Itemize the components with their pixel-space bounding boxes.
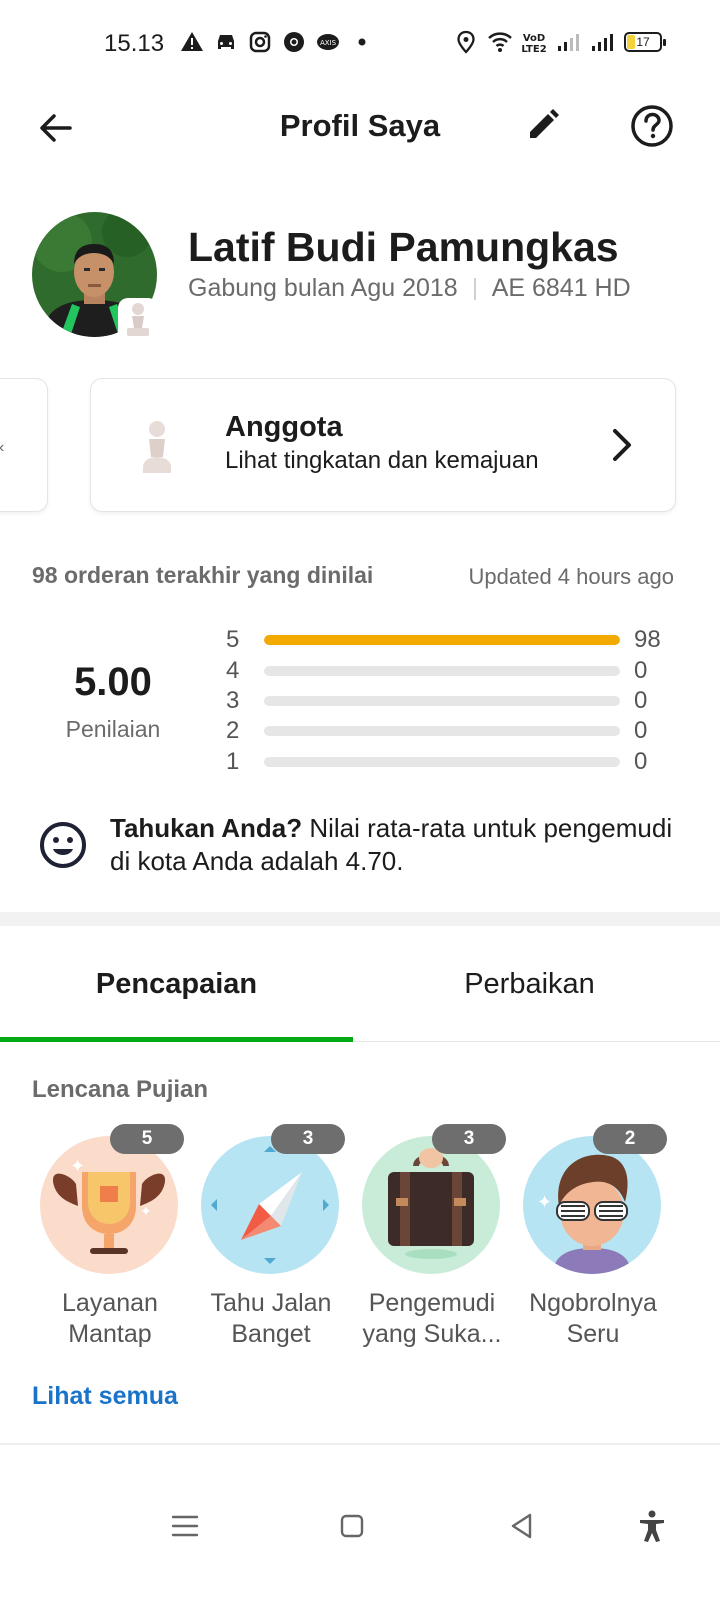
badge-label: Ngobrolnya Seru [529, 1289, 657, 1348]
tab-achievements-label: Pencapaian [95, 968, 258, 1000]
license-plate: AE 6841 HD [491, 274, 631, 302]
rating-bar-row: 3 0 [226, 687, 676, 717]
system-icons: VoD LTE2 17 [454, 30, 666, 54]
badge-label: Tahu Jalan Banget [210, 1289, 332, 1348]
svg-text:AXIS: AXIS [320, 39, 337, 47]
smiley-icon [40, 822, 86, 868]
profile-name: Latif Budi Pamungkas [188, 224, 619, 270]
previous-card[interactable]: ‹ [0, 378, 48, 512]
svg-text:LTE2: LTE2 [522, 44, 546, 54]
instagram-icon [249, 31, 271, 53]
rating-bar-track [264, 726, 620, 736]
rating-bar-track [264, 757, 620, 767]
location-icon [457, 30, 475, 54]
rating-bar-row: 5 98 [226, 626, 676, 656]
tab-achievements[interactable]: Pencapaian [0, 944, 353, 1042]
app-header: Profil Saya [0, 90, 720, 162]
rating-bar-count: 0 [634, 687, 648, 714]
warning-icon [181, 32, 203, 51]
profile-meta: Gabung bulan Agu 2018 AE 6841 HD [188, 274, 631, 303]
badge-item[interactable]: ✦ 2 Ngobrolnya Seru [513, 1124, 673, 1364]
rating-bar-fill [264, 635, 620, 645]
join-date: Gabung bulan Agu 2018 [188, 274, 458, 302]
tier-card[interactable]: Anggota Lihat tingkatan dan kemajuan [90, 378, 676, 512]
svg-text:✦: ✦ [70, 1156, 85, 1177]
trophy-icon: ✦ ✦ [40, 1136, 178, 1274]
see-all-link[interactable]: Lihat semua [32, 1382, 178, 1411]
info-bold: Tahukan Anda? [110, 813, 303, 843]
rating-info-text: Tahukan Anda? Nilai rata-rata untuk peng… [110, 812, 690, 878]
home-icon[interactable] [334, 1508, 370, 1544]
volte-icon: VoDLTE2 [522, 33, 546, 54]
rating-bar-track [264, 666, 620, 676]
status-bar: 15.13 AXIS VoD LTE2 17 [0, 0, 720, 90]
tab-improvements-label: Perbaikan [464, 968, 595, 1000]
badge-count: 5 [110, 1124, 184, 1154]
svg-text:✦: ✦ [140, 1204, 152, 1220]
rating-bar-row: 4 0 [226, 657, 676, 687]
rating-star-label: 1 [226, 748, 240, 775]
chrome-icon [284, 32, 304, 52]
svg-text:VoD: VoD [523, 33, 545, 44]
ratings-updated: Updated 4 hours ago [468, 564, 675, 589]
cool-person-icon: ✦ [523, 1136, 661, 1274]
rating-bar-count: 0 [634, 748, 648, 775]
badge-count: 3 [271, 1124, 345, 1154]
tier-title: Anggota [225, 411, 343, 443]
rating-star-label: 4 [226, 657, 240, 684]
accessibility-icon[interactable] [634, 1508, 670, 1544]
wifi-icon [488, 32, 512, 52]
rating-bar-count: 0 [634, 717, 648, 744]
rating-score-label: Penilaian [65, 716, 161, 742]
badge-item[interactable]: 3 Tahu Jalan Banget [191, 1124, 351, 1364]
edit-pencil-icon[interactable] [522, 106, 562, 146]
battery-level: 17 [636, 35, 650, 49]
tab-improvements[interactable]: Perbaikan [353, 944, 706, 1042]
badge-item[interactable]: ✦ ✦ 5 Layanan Mantap [30, 1124, 190, 1364]
rating-star-label: 2 [226, 717, 240, 744]
badge-label: Pengemudi yang Suka... [362, 1289, 502, 1348]
pawn-tier-icon [118, 298, 158, 342]
ratings-heading: 98 orderan terakhir yang dinilai [32, 562, 374, 588]
rating-bar-track [264, 635, 620, 645]
rating-bar-row: 1 0 [226, 748, 676, 778]
car-icon [218, 35, 234, 49]
badges-section-title: Lencana Pujian [32, 1076, 209, 1103]
meta-separator [473, 278, 476, 301]
badge-count: 3 [432, 1124, 506, 1154]
page-title: Profil Saya [279, 108, 441, 143]
rating-score: 5.00 [74, 660, 152, 704]
rating-bar-count: 0 [634, 657, 648, 684]
active-tab-indicator [0, 1037, 353, 1042]
rating-bar-count: 98 [634, 626, 661, 653]
bottom-divider [0, 1443, 720, 1445]
help-icon[interactable] [630, 104, 674, 148]
rating-star-label: 5 [226, 626, 240, 653]
chevron-right-icon [613, 429, 631, 461]
rating-bar-track [264, 696, 620, 706]
axis-icon: AXIS [317, 34, 339, 50]
section-divider [0, 912, 720, 926]
battery-icon: 17 [624, 32, 666, 52]
back-nav-icon[interactable] [504, 1508, 540, 1544]
notification-icons: AXIS [180, 30, 374, 54]
badge-count: 2 [593, 1124, 667, 1154]
suitcase-icon [362, 1136, 500, 1274]
menu-icon[interactable] [167, 1508, 203, 1544]
tier-subtitle: Lihat tingkatan dan kemajuan [225, 447, 539, 474]
badge-label: Layanan Mantap [62, 1289, 158, 1348]
compass-icon [201, 1136, 339, 1274]
pawn-icon [143, 421, 171, 473]
signal-icon-1 [558, 34, 579, 51]
dot-icon [358, 38, 366, 46]
status-time: 15.13 [104, 30, 165, 57]
chevron-left-icon: ‹ [0, 439, 4, 457]
rating-star-label: 3 [226, 687, 240, 714]
svg-text:✦: ✦ [537, 1192, 552, 1213]
signal-icon-2 [592, 34, 613, 51]
system-nav-bar [0, 1490, 720, 1560]
rating-bar-row: 2 0 [226, 717, 676, 747]
badge-item[interactable]: 3 Pengemudi yang Suka... [352, 1124, 512, 1364]
